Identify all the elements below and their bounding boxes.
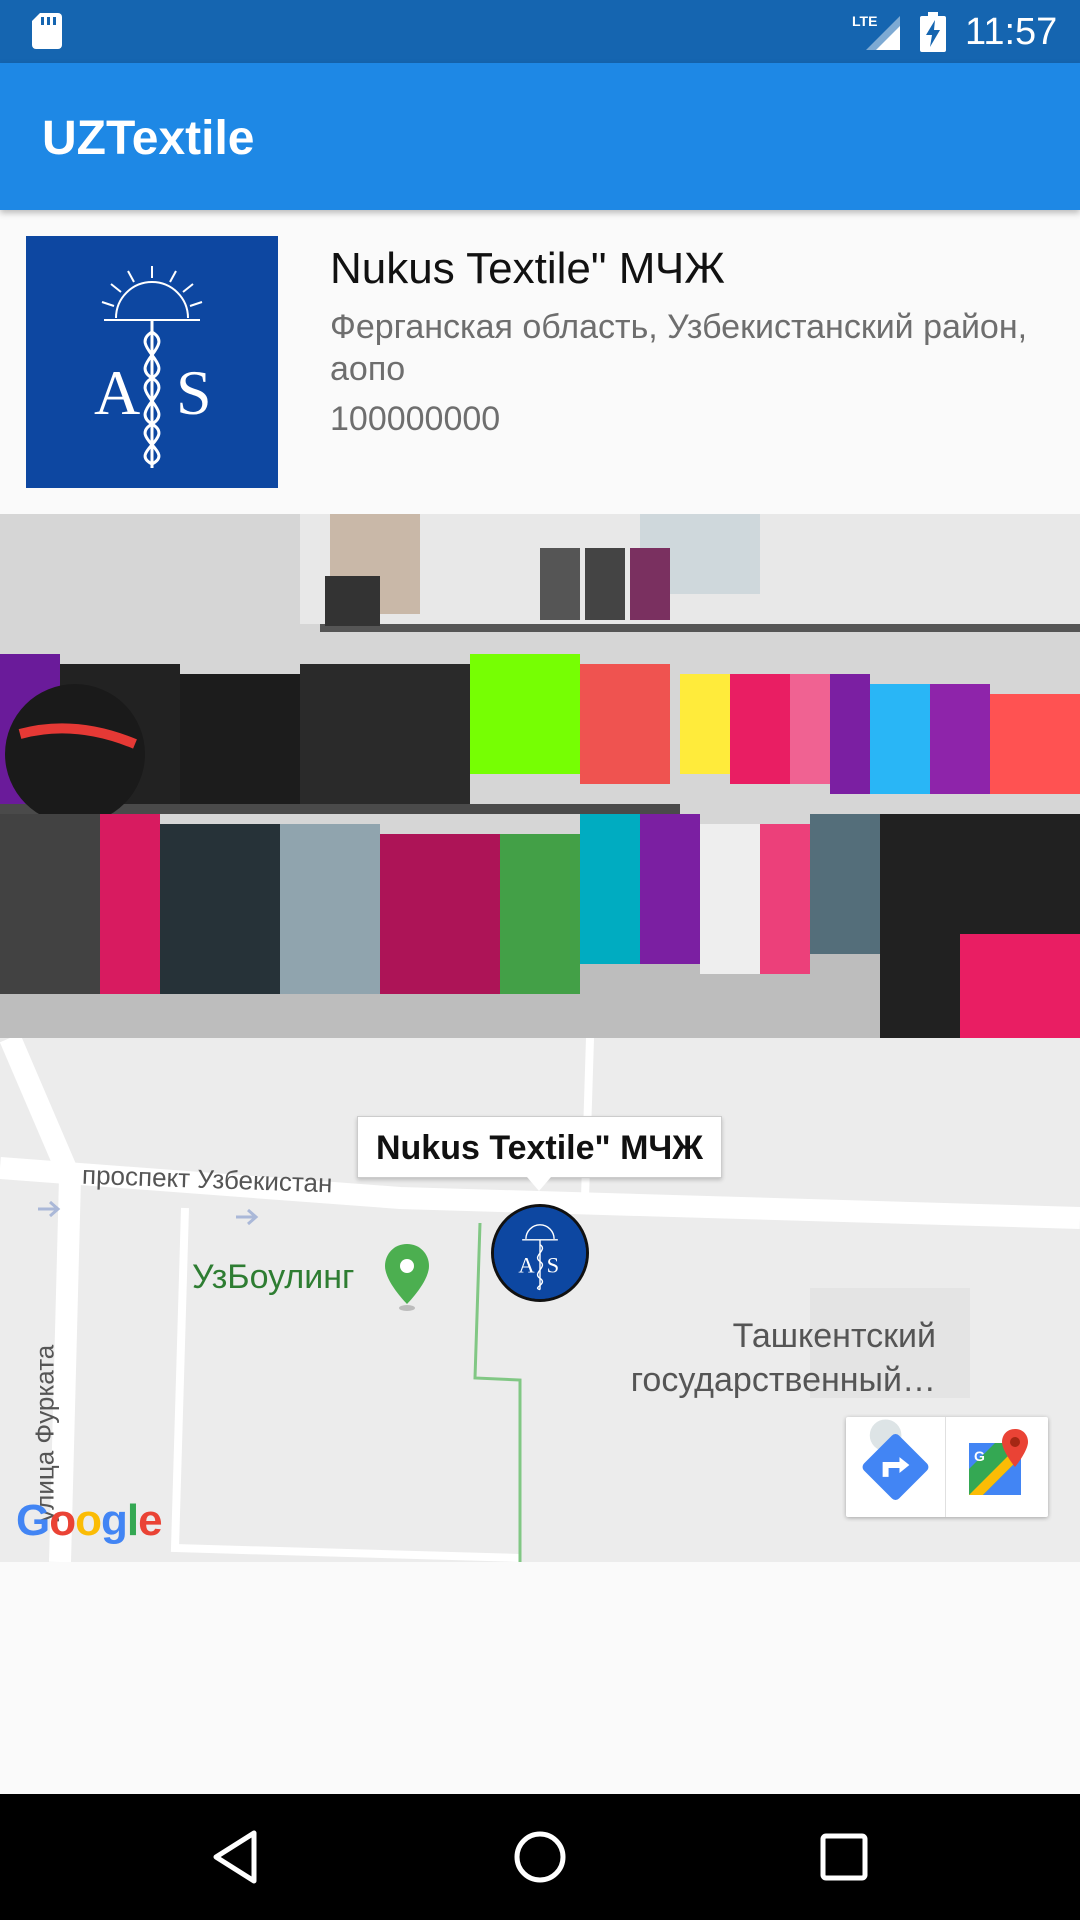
company-address: Ферганская область, Узбекистанский район… [330, 308, 1028, 388]
google-letter: G [16, 1496, 50, 1545]
nav-back-button[interactable] [198, 1819, 274, 1895]
marker-info-window[interactable]: Nukus Textile" МЧЖ [357, 1116, 722, 1178]
recents-icon [820, 1833, 868, 1881]
google-logo: Google [16, 1496, 163, 1546]
google-letter: o [75, 1496, 102, 1545]
google-letter: l [126, 1496, 139, 1545]
google-letter: g [101, 1496, 128, 1545]
status-clock: 11:57 [965, 11, 1058, 53]
map-toolbar: G [846, 1417, 1048, 1517]
open-google-maps-button[interactable]: G [947, 1417, 1047, 1517]
system-nav-bar [0, 1794, 1080, 1920]
back-icon [213, 1830, 257, 1884]
nav-home-button[interactable] [502, 1819, 578, 1895]
company-logo: A S [26, 236, 278, 488]
svg-text:S: S [547, 1253, 560, 1278]
app-bar: UZTextile [0, 63, 1080, 210]
battery-charging-icon [920, 12, 946, 52]
company-phone: 100000000 [330, 400, 501, 438]
lte-signal-icon: LTE [852, 13, 900, 50]
svg-text:A: A [94, 357, 140, 428]
map-view[interactable]: проспект Узбекистан улица Фурката УзБоул… [0, 1038, 1080, 1562]
store-interior-photo [0, 514, 1080, 1038]
lte-label: LTE [852, 13, 877, 29]
as-caduceus-logo-icon: A S [26, 236, 278, 488]
app-title: UZTextile [42, 112, 255, 165]
svg-text:G: G [974, 1448, 985, 1464]
svg-text:S: S [176, 357, 212, 428]
google-maps-icon: G [969, 1429, 1028, 1495]
info-window-tail [527, 1177, 551, 1191]
directions-icon [862, 1419, 929, 1500]
company-map-marker[interactable]: A S [491, 1204, 589, 1302]
poi-label-university: Ташкентский государственный… [630, 1317, 936, 1399]
store-photo [0, 514, 1080, 1038]
as-caduceus-marker-icon: A S [494, 1207, 586, 1299]
sd-card-icon [32, 13, 62, 49]
google-letter: e [138, 1496, 163, 1545]
company-name: Nukus Textile" МЧЖ [330, 244, 725, 293]
nav-recents-button[interactable] [806, 1819, 882, 1895]
google-letter: o [49, 1496, 76, 1545]
directions-button[interactable] [846, 1417, 946, 1517]
map-pin-icon[interactable] [382, 1242, 432, 1312]
home-icon [514, 1831, 566, 1883]
svg-text:A: A [518, 1253, 535, 1278]
status-bar: LTE 11:57 [0, 0, 1080, 63]
poi-label-bowling: УзБоулинг [192, 1258, 355, 1296]
